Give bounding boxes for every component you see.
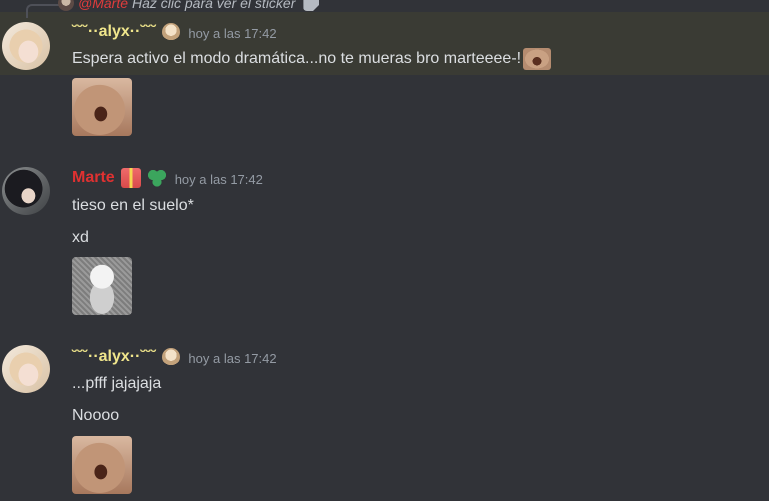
- message-line: xd: [72, 229, 89, 246]
- clover-badge-icon: [146, 168, 167, 188]
- message-line: Espera activo el modo dramática...no te …: [72, 50, 522, 67]
- username[interactable]: ˘˘˘··alyx··˘˘˘: [72, 23, 156, 41]
- sticker-icon: [303, 0, 320, 11]
- chibi-sticker[interactable]: [72, 257, 132, 315]
- avatar[interactable]: [2, 167, 50, 215]
- message-line: ...pfff jajajaja: [72, 375, 162, 392]
- message-header: ˘˘˘··alyx··˘˘˘ hoy a las 17:42: [72, 21, 277, 43]
- gift-badge-icon: [120, 168, 141, 188]
- username[interactable]: Marte: [72, 169, 115, 187]
- crying-face-emoji-icon: [523, 48, 552, 70]
- timestamp: hoy a las 17:42: [188, 25, 277, 41]
- reply-avatar[interactable]: [58, 0, 74, 11]
- chat-messages: @Marte Haz clic para ver el sticker ˘˘˘·…: [0, 0, 769, 501]
- chibi-badge-icon: [162, 23, 181, 41]
- message-header: Marte hoy a las 17:42: [72, 167, 263, 189]
- reply-text[interactable]: Haz clic para ver el sticker: [132, 0, 295, 11]
- timestamp: hoy a las 17:42: [188, 350, 277, 366]
- chibi-badge-icon: [162, 348, 181, 366]
- username[interactable]: ˘˘˘··alyx··˘˘˘: [72, 348, 156, 366]
- avatar[interactable]: [2, 345, 50, 393]
- message-line: tieso en el suelo*: [72, 197, 194, 214]
- crying-face-sticker[interactable]: [72, 78, 132, 136]
- timestamp: hoy a las 17:42: [174, 171, 263, 187]
- avatar[interactable]: [2, 22, 50, 70]
- message-line: Noooo: [72, 407, 120, 424]
- reply-preview[interactable]: @Marte Haz clic para ver el sticker: [40, 0, 320, 12]
- message-header: ˘˘˘··alyx··˘˘˘ hoy a las 17:42: [72, 346, 277, 368]
- crying-face-sticker[interactable]: [72, 436, 132, 494]
- reply-username[interactable]: @Marte: [78, 0, 128, 11]
- message-text: Espera activo el modo dramática...no te …: [72, 48, 552, 70]
